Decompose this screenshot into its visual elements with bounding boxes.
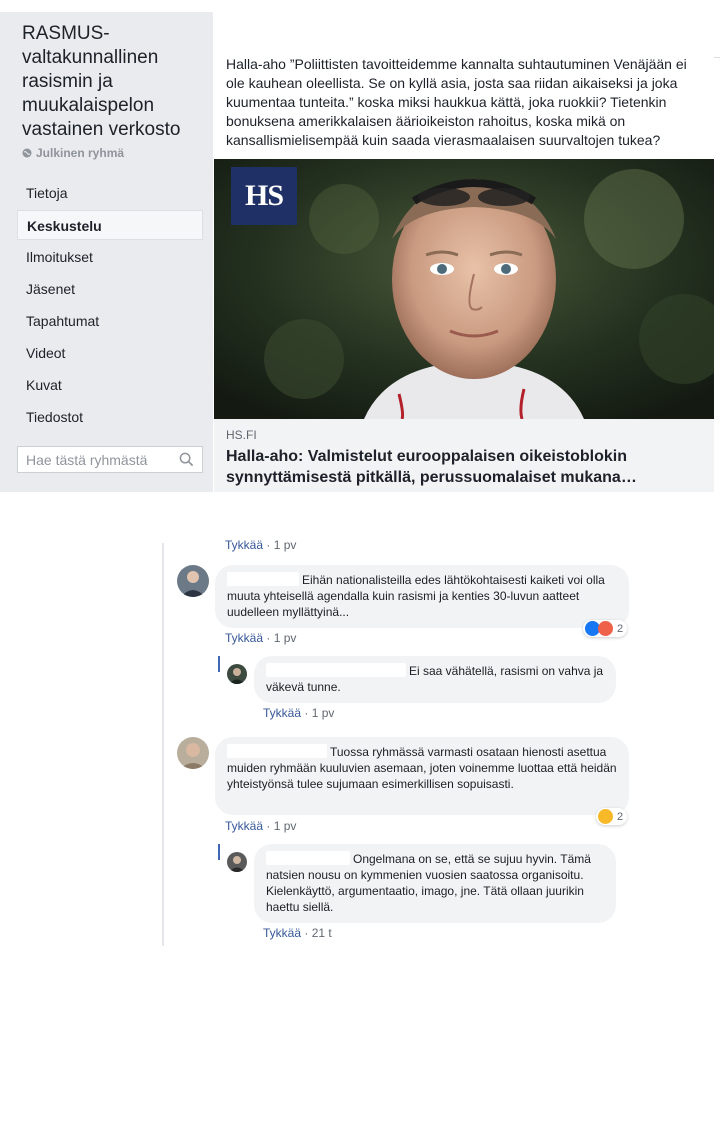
avatar[interactable] bbox=[177, 737, 209, 769]
link-domain: HS.FI bbox=[226, 428, 257, 442]
avatar-image bbox=[227, 664, 247, 684]
reply-bubble: Ongelmana on se, että se sujuu hyvin. Tä… bbox=[254, 844, 616, 923]
group-privacy-label: Julkinen ryhmä bbox=[36, 146, 125, 160]
nav-item-keskustelu[interactable]: Keskustelu bbox=[17, 210, 203, 240]
link-title[interactable]: Halla-aho: Valmistelut eurooppalaisen oi… bbox=[226, 446, 706, 488]
comment-meta: Tykkää · 1 pv bbox=[225, 819, 297, 833]
comment-meta: Tykkää · 1 pv bbox=[225, 631, 297, 645]
like-link[interactable]: Tykkää bbox=[263, 926, 301, 940]
reaction-count: 2 bbox=[617, 622, 624, 635]
group-title[interactable]: RASMUS- valtakunnallinen rasismin ja muu… bbox=[22, 22, 207, 142]
commenter-name-redacted[interactable] bbox=[266, 851, 350, 865]
comment-bubble: Tuossa ryhmässä varmasti osataan hienost… bbox=[215, 737, 629, 815]
avatar[interactable] bbox=[227, 664, 247, 684]
nav-item-tapahtumat[interactable]: Tapahtumat bbox=[17, 306, 203, 336]
hs-logo: HS bbox=[231, 167, 297, 225]
group-sidebar: RASMUS- valtakunnallinen rasismin ja muu… bbox=[0, 12, 213, 492]
avatar-image bbox=[227, 852, 247, 872]
link-preview-image[interactable]: HS bbox=[214, 159, 714, 419]
nav-item-ilmoitukset[interactable]: Ilmoitukset bbox=[17, 242, 203, 272]
nav-item-jasenet[interactable]: Jäsenet bbox=[17, 274, 203, 304]
timestamp[interactable]: 1 pv bbox=[312, 706, 335, 720]
angry-reaction-icon bbox=[598, 621, 613, 636]
group-search bbox=[17, 446, 203, 473]
haha-reaction-icon bbox=[598, 809, 613, 824]
timestamp[interactable]: 1 pv bbox=[274, 819, 297, 833]
group-page: RASMUS- valtakunnallinen rasismin ja muu… bbox=[0, 0, 720, 492]
avatar-image bbox=[177, 737, 209, 769]
commenter-name-redacted[interactable] bbox=[227, 572, 299, 586]
shared-post: Halla-aho ”Poliittisten tavoitteidemme k… bbox=[214, 0, 714, 492]
like-link[interactable]: Tykkää bbox=[263, 706, 301, 720]
group-nav: Tietoja Keskustelu Ilmoitukset Jäsenet T… bbox=[17, 178, 203, 434]
nav-item-kuvat[interactable]: Kuvat bbox=[17, 370, 203, 400]
commenter-name-redacted[interactable] bbox=[266, 663, 406, 677]
timestamp[interactable]: 1 pv bbox=[274, 631, 297, 645]
reply-meta: Tykkää · 1 pv bbox=[263, 706, 335, 720]
like-link[interactable]: Tykkää bbox=[225, 538, 263, 552]
reaction-summary[interactable]: 2 bbox=[583, 620, 628, 637]
comment-bubble: Eihän nationalisteilla edes lähtökohtais… bbox=[215, 565, 629, 628]
reaction-count: 2 bbox=[617, 810, 624, 823]
reply-indicator bbox=[218, 656, 220, 672]
comment-meta: Tykkää · 1 pv bbox=[225, 538, 297, 552]
avatar[interactable] bbox=[227, 852, 247, 872]
group-privacy: Julkinen ryhmä bbox=[22, 146, 124, 160]
commenter-name-redacted[interactable] bbox=[227, 744, 327, 758]
group-search-input[interactable] bbox=[18, 447, 184, 472]
avatar[interactable] bbox=[177, 565, 209, 597]
nav-item-videot[interactable]: Videot bbox=[17, 338, 203, 368]
globe-icon bbox=[22, 148, 32, 158]
reply-meta: Tykkää · 21 t bbox=[263, 926, 332, 940]
like-link[interactable]: Tykkää bbox=[225, 631, 263, 645]
timestamp[interactable]: 1 pv bbox=[274, 538, 297, 552]
reply-bubble: Ei saa vähätellä, rasismi on vahva ja vä… bbox=[254, 656, 616, 703]
reply-indicator bbox=[218, 844, 220, 860]
search-icon[interactable] bbox=[179, 452, 194, 467]
thread-line bbox=[162, 543, 164, 946]
nav-item-tiedostot[interactable]: Tiedostot bbox=[17, 402, 203, 432]
link-preview[interactable]: HS.FI Halla-aho: Valmistelut eurooppalai… bbox=[214, 419, 714, 492]
nav-item-tietoja[interactable]: Tietoja bbox=[17, 178, 203, 208]
like-link[interactable]: Tykkää bbox=[225, 819, 263, 833]
reaction-summary[interactable]: 2 bbox=[596, 808, 628, 825]
avatar-image bbox=[177, 565, 209, 597]
timestamp[interactable]: 21 t bbox=[312, 926, 332, 940]
post-text: Halla-aho ”Poliittisten tavoitteidemme k… bbox=[226, 56, 687, 148]
